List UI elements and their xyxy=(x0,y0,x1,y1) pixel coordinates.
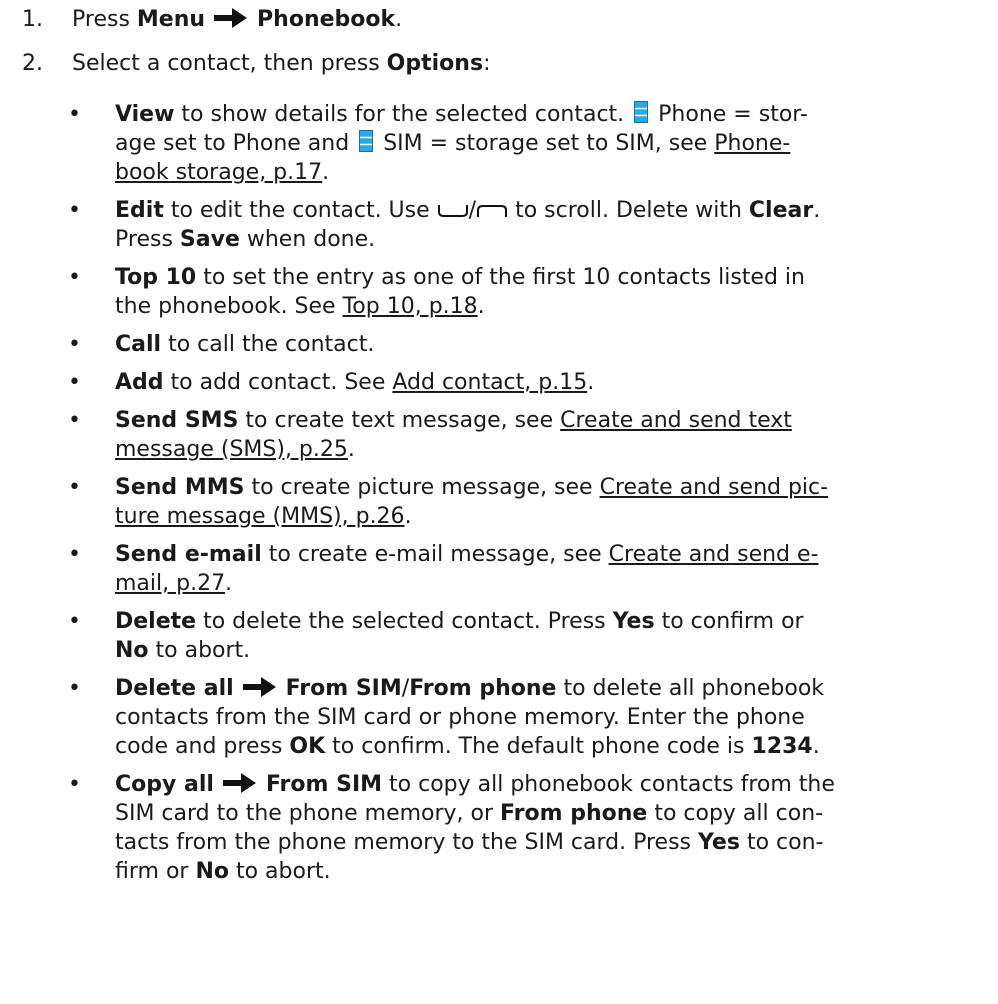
bullet: • xyxy=(68,475,81,500)
list-item-send-sms: • Send SMS to create text message, see C… xyxy=(68,408,792,462)
sms-link[interactable]: Create and send text xyxy=(560,408,792,433)
mms-link[interactable]: Create and send pic- xyxy=(600,475,829,500)
right-arrow-icon xyxy=(242,677,276,697)
bullet: • xyxy=(68,676,81,701)
list-item-send-email: • Send e-mail to create e-mail message, … xyxy=(68,542,819,596)
scroll-up-key-icon xyxy=(477,205,508,217)
bullet: • xyxy=(68,609,81,634)
bullet: • xyxy=(68,542,81,567)
bullet: • xyxy=(68,332,81,357)
list-item-send-mms: • Send MMS to create picture message, se… xyxy=(68,475,829,529)
list-item-delete: • Delete to delete the selected contact.… xyxy=(68,609,804,663)
bullet: • xyxy=(68,198,81,223)
step-2: 2. Select a contact, then press Options: xyxy=(22,49,490,79)
bullet: • xyxy=(68,265,81,290)
list-item-call: • Call to call the contact. xyxy=(68,332,375,357)
sms-link[interactable]: message (SMS), p.25 xyxy=(115,437,348,462)
phonebook-storage-link[interactable]: book storage, p.17 xyxy=(115,160,322,185)
step-1: 1. Press Menu Phonebook. xyxy=(22,5,402,35)
step-number: 1. xyxy=(22,7,43,32)
list-item-top10: • Top 10 to set the entry as one of the … xyxy=(68,265,805,319)
list-item-edit: • Edit to edit the contact. Use / to scr… xyxy=(68,198,821,252)
bullet: • xyxy=(68,772,81,797)
email-link[interactable]: mail, p.27 xyxy=(115,571,225,596)
add-contact-link[interactable]: Add contact, p.15 xyxy=(392,370,587,395)
phone-storage-icon xyxy=(634,101,649,123)
list-item-add: • Add to add contact. See Add contact, p… xyxy=(68,370,595,395)
mms-link[interactable]: ture message (MMS), p.26 xyxy=(115,504,405,529)
list-item-view: • View to show details for the selected … xyxy=(68,101,808,185)
bullet: • xyxy=(68,102,81,127)
options-list: • View to show details for the selected … xyxy=(68,100,985,895)
bullet: • xyxy=(68,370,81,395)
phonebook-label: Phonebook xyxy=(257,7,396,32)
menu-label: Menu xyxy=(136,7,206,32)
email-link[interactable]: Create and send e- xyxy=(609,542,819,567)
sim-storage-icon xyxy=(359,130,374,152)
list-item-delete-all: • Delete all From SIM/From phone to dele… xyxy=(68,676,825,759)
scroll-down-key-icon xyxy=(437,205,468,217)
step-number: 2. xyxy=(22,51,43,76)
top10-link[interactable]: Top 10, p.18 xyxy=(343,294,478,319)
bullet: • xyxy=(68,408,81,433)
right-arrow-icon xyxy=(222,773,256,793)
phonebook-storage-link[interactable]: Phone- xyxy=(714,131,790,156)
manual-page: 1. Press Menu Phonebook. 2. Select a conta… xyxy=(0,0,998,1004)
right-arrow-icon xyxy=(214,8,248,28)
list-item-copy-all: • Copy all From SIM to copy all phoneboo… xyxy=(68,772,835,884)
options-label: Options xyxy=(386,51,484,76)
